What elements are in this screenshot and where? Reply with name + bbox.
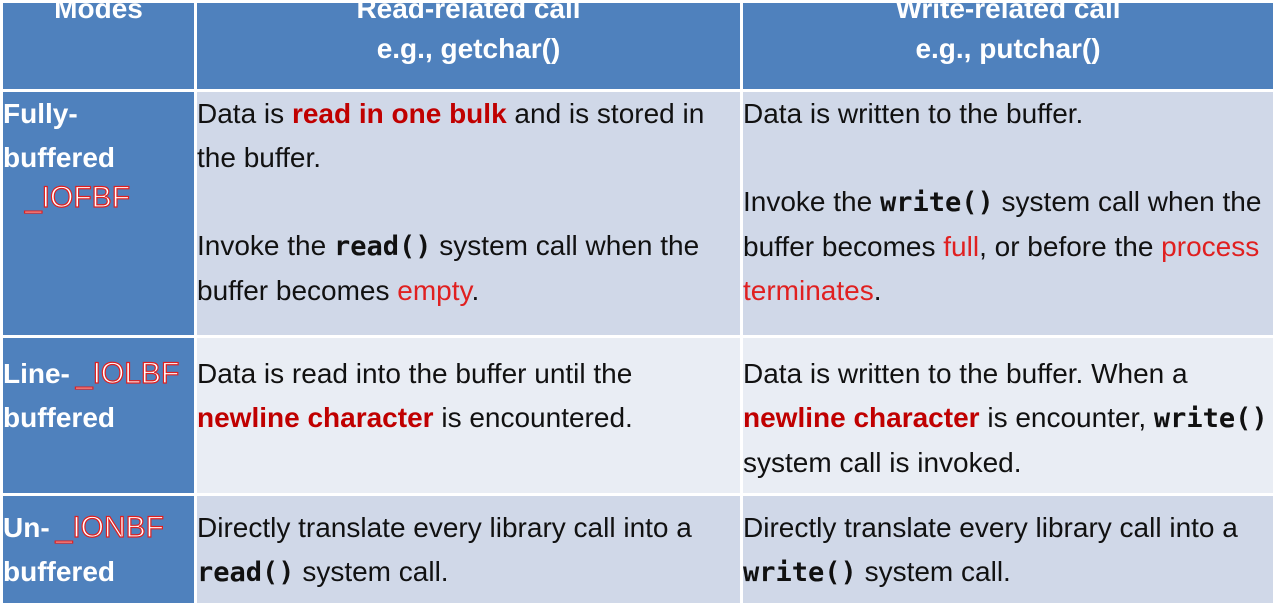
table-row-line-buffered: Line- _IOLBF buffered Data is read into t…	[0, 335, 1273, 496]
header-read-line1: Read-related call	[356, 0, 581, 24]
header-read: Read-related call e.g., getchar()	[194, 0, 743, 92]
code-text: write()	[743, 557, 857, 588]
mode-flag-iolbf: _IOLBF	[75, 356, 180, 390]
text-span: Directly translate every library call in…	[743, 512, 1238, 543]
header-read-line2: e.g., getchar()	[376, 33, 561, 64]
mode-flag-ionbf: _IONBF	[55, 510, 165, 544]
text-span: system call is invoked.	[743, 447, 1022, 478]
header-write-line1: Write-related call	[895, 0, 1121, 24]
header-row: Modes Read-related call e.g., getchar() …	[0, 0, 1273, 92]
text-span: .	[471, 275, 480, 306]
mode-cell-fully-buffered: Fully- buffered _IOFBF	[0, 89, 197, 338]
text-span: Invoke the	[197, 230, 334, 261]
mode-cell-unbuffered: Un- _IONBF buffered	[0, 493, 197, 603]
code-text: write()	[879, 187, 994, 218]
mode-name-line1: Un- _IONBF	[3, 506, 194, 550]
text-span: .	[873, 275, 882, 306]
write-paragraph-2: Invoke the write() system call when the …	[743, 180, 1273, 313]
emphasis-text: newline character	[197, 402, 434, 433]
text-span: , or before the	[979, 231, 1162, 262]
text-span: system call.	[856, 556, 1011, 587]
buffering-modes-table: Modes Read-related call e.g., getchar() …	[0, 0, 1273, 603]
header-modes-label: Modes	[54, 0, 143, 24]
mode-name-line2: buffered	[3, 402, 115, 433]
read-paragraph-1: Data is read in one bulk and is stored i…	[197, 92, 740, 180]
text-span: Data is written to the buffer. When a	[743, 358, 1188, 389]
highlight-text: full	[943, 231, 980, 262]
mode-name-line1: Line- _IOLBF	[3, 352, 194, 396]
mode-flag-iofbf: _IOFBF	[24, 180, 131, 214]
text-span: is encountered.	[433, 402, 633, 433]
read-cell-line-buffered: Data is read into the buffer until the n…	[194, 335, 743, 496]
read-paragraph-2: Invoke the read() system call when the b…	[197, 224, 740, 313]
header-write: Write-related call e.g., putchar()	[740, 0, 1273, 92]
code-text: read()	[333, 231, 432, 262]
read-cell-unbuffered: Directly translate every library call in…	[194, 493, 743, 603]
table-row-fully-buffered: Fully- buffered _IOFBF Data is read in o…	[0, 89, 1273, 338]
mode-name-text: Un-	[3, 512, 50, 543]
read-cell-fully-buffered: Data is read in one bulk and is stored i…	[194, 89, 743, 338]
mode-name-line2: buffered	[3, 556, 115, 587]
mode-cell-line-buffered: Line- _IOLBF buffered	[0, 335, 197, 496]
write-cell-line-buffered: Data is written to the buffer. When a ne…	[740, 335, 1273, 496]
read-paragraph: Data is read into the buffer until the n…	[197, 352, 740, 440]
emphasis-text: newline character	[743, 402, 980, 433]
write-paragraph-1: Data is written to the buffer.	[743, 98, 1084, 129]
header-modes: Modes	[0, 0, 197, 92]
emphasis-text: read in one bulk	[291, 98, 507, 129]
text-span: Invoke the	[743, 186, 880, 217]
code-text: read()	[197, 557, 295, 588]
write-cell-unbuffered: Directly translate every library call in…	[740, 493, 1273, 603]
write-paragraph: Directly translate every library call in…	[743, 506, 1273, 595]
highlight-text: empty	[397, 275, 472, 306]
text-span: Data is	[197, 98, 292, 129]
text-span: Directly translate every library call in…	[197, 512, 692, 543]
text-span: Data is read into the buffer until the	[197, 358, 633, 389]
mode-name-line1: Fully-	[3, 98, 78, 129]
write-paragraph: Data is written to the buffer. When a ne…	[743, 352, 1273, 485]
text-span: is encounter,	[979, 402, 1154, 433]
table-row-unbuffered: Un- _IONBF buffered Directly translate ev…	[0, 493, 1273, 603]
read-paragraph: Directly translate every library call in…	[197, 506, 740, 595]
mode-name-line2: buffered	[3, 142, 115, 173]
mode-name-text: Line-	[3, 358, 70, 389]
header-write-line2: e.g., putchar()	[915, 33, 1101, 64]
code-text: write()	[1153, 403, 1268, 434]
write-cell-fully-buffered: Data is written to the buffer. Invoke th…	[740, 89, 1273, 338]
text-span: system call.	[294, 556, 449, 587]
